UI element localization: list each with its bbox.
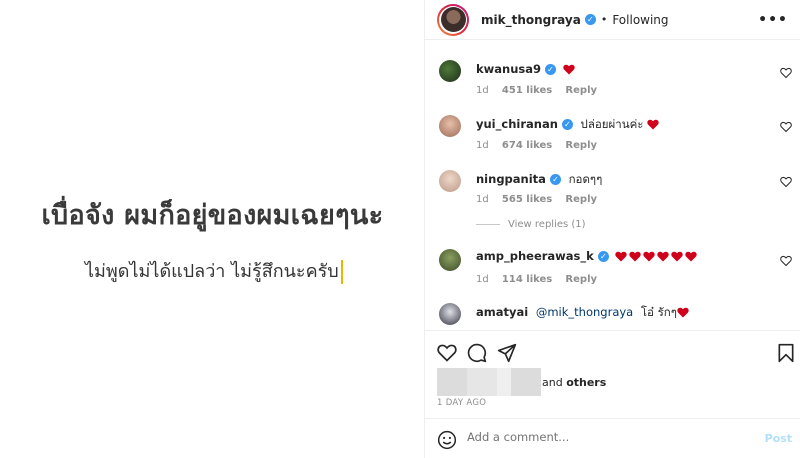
emoji-icon[interactable]	[437, 430, 457, 450]
commenter-avatar[interactable]	[439, 303, 461, 325]
post-comment-button[interactable]: Post	[765, 432, 792, 445]
post-header: mik_thongraya ✓ • Following •••	[425, 0, 800, 40]
comment-line: kwanusa9 ✓	[476, 62, 575, 76]
comment-username[interactable]: yui_chiranan	[476, 117, 558, 131]
heart-icon[interactable]	[780, 176, 792, 188]
following-button[interactable]: Following	[612, 13, 668, 27]
red-heart-emoji-icon	[677, 307, 689, 318]
author-username[interactable]: mik_thongraya	[481, 13, 581, 27]
likes-summary[interactable]: and others	[542, 376, 606, 389]
reply-button[interactable]: Reply	[565, 194, 597, 205]
bookmark-icon[interactable]	[776, 343, 796, 363]
comment-line: yui_chiranan ✓ ปล่อยผ่านค่ะ	[476, 116, 659, 134]
heart-icon[interactable]	[780, 121, 792, 133]
comment-line: ningpanita ✓ กอดๆๆ	[476, 171, 602, 189]
share-icon[interactable]	[497, 343, 517, 363]
comment-meta: 1d 565 likes Reply	[476, 194, 607, 205]
verified-icon: ✓	[597, 251, 609, 262]
post-side-panel: mik_thongraya ✓ • Following ••• kwanusa9…	[425, 0, 800, 458]
text-cursor	[340, 260, 343, 284]
comment-line: amp_pheerawas_k ✓	[476, 249, 698, 263]
post-timestamp[interactable]: 1 DAY AGO	[437, 398, 486, 408]
comment-meta: 1d 674 likes Reply	[476, 140, 607, 151]
header-separator: •	[600, 13, 608, 26]
heart-icon[interactable]	[780, 67, 792, 79]
verified-icon: ✓	[549, 174, 561, 185]
liker-avatar[interactable]	[511, 368, 541, 396]
view-replies-button[interactable]: View replies (1)	[476, 219, 586, 230]
comment-likes[interactable]: 565 likes	[502, 194, 552, 205]
comment-line: amatyai @mik_thongraya โอ๋ รักๆ	[476, 304, 689, 322]
likes-others[interactable]: others	[566, 376, 606, 389]
commenter-avatar[interactable]	[439, 249, 461, 271]
media-subline: ไม่พูดไม่ได้แปลว่า ไม่รู้สึกนะครับ	[85, 256, 343, 285]
red-heart-emoji-icon	[563, 64, 575, 75]
comment-icon[interactable]	[467, 343, 487, 363]
view-replies-label: View replies (1)	[508, 219, 586, 230]
comment-username[interactable]: amp_pheerawas_k	[476, 249, 594, 263]
verified-icon: ✓	[584, 14, 596, 25]
post-media[interactable]: เบื่อจัง ผมก็อยู่ของผมเฉยๆนะ ไม่พูดไม่ได…	[0, 0, 425, 458]
red-heart-emoji-icon	[647, 119, 659, 130]
instagram-post-view: เบื่อจัง ผมก็อยู่ของผมเฉยๆนะ ไม่พูดไม่ได…	[0, 0, 800, 458]
verified-icon: ✓	[561, 119, 573, 130]
media-headline-text: เบื่อจัง ผมก็อยู่ของผมเฉยๆนะ	[41, 200, 384, 231]
commenter-avatar[interactable]	[439, 170, 461, 192]
comment-username[interactable]: ningpanita	[476, 172, 546, 186]
comment-age: 1d	[476, 274, 489, 285]
comment-text: ปล่อยผ่านค่ะ	[580, 117, 644, 131]
comment-username[interactable]: amatyai	[476, 305, 528, 319]
heart-icon[interactable]	[437, 343, 457, 363]
add-comment-bar: Post	[425, 418, 800, 458]
comment-meta: 1d 114 likes Reply	[476, 274, 607, 285]
verified-icon: ✓	[545, 64, 557, 75]
comment-age: 1d	[476, 194, 489, 205]
reply-button[interactable]: Reply	[565, 274, 597, 285]
comment-likes[interactable]: 114 likes	[502, 274, 552, 285]
comment-likes[interactable]: 451 likes	[502, 85, 552, 96]
commenter-avatar[interactable]	[439, 60, 461, 82]
comment-likes[interactable]: 674 likes	[502, 140, 552, 151]
liker-avatar[interactable]	[467, 368, 497, 396]
red-hearts-emoji-icon	[615, 249, 698, 263]
comment-username[interactable]: kwanusa9	[476, 62, 541, 76]
more-icon[interactable]: •••	[758, 12, 788, 28]
likes-prefix: and	[542, 376, 563, 389]
commenter-avatar[interactable]	[439, 115, 461, 137]
comment-mention[interactable]: @mik_thongraya	[536, 305, 633, 319]
comments-list[interactable]: kwanusa9 ✓ 1d 451 likes Reply yui_chirana…	[425, 41, 800, 330]
media-subline-text: ไม่พูดไม่ได้แปลว่า ไม่รู้สึกนะครับ	[85, 261, 339, 282]
comment-text: โอ๋ รักๆ	[640, 305, 677, 319]
author-avatar[interactable]	[437, 3, 469, 36]
comment-age: 1d	[476, 140, 489, 151]
comment-meta: 1d 451 likes Reply	[476, 85, 607, 96]
reply-button[interactable]: Reply	[565, 85, 597, 96]
add-comment-input[interactable]	[467, 430, 747, 444]
comment-text: กอดๆๆ	[568, 172, 603, 186]
comment-age: 1d	[476, 85, 489, 96]
reply-button[interactable]: Reply	[565, 140, 597, 151]
liker-avatar[interactable]	[437, 368, 467, 396]
heart-icon[interactable]	[780, 255, 792, 267]
